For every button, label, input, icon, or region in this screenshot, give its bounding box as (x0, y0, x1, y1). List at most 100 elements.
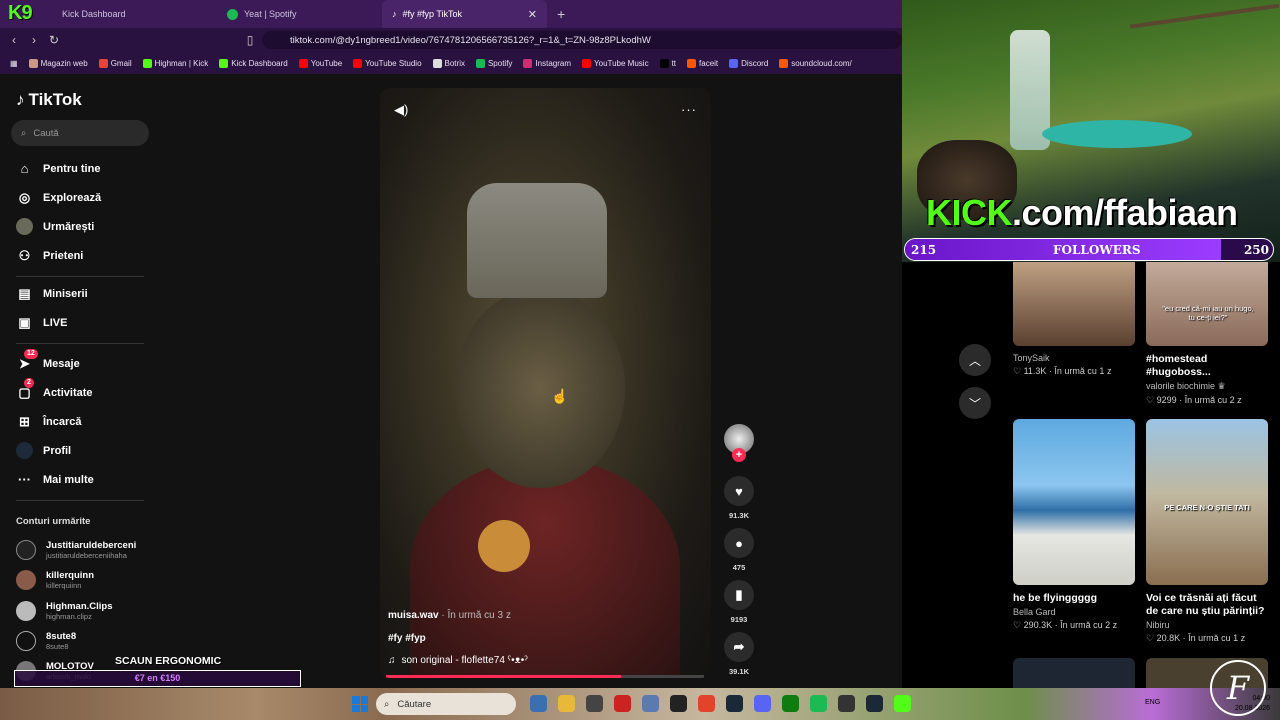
nav-mai-multe[interactable]: ··· Mai multe (16, 471, 94, 488)
recommended-item[interactable]: TonySaik ♡ 11.3K · În urmă cu 1 z (1013, 254, 1135, 377)
bookmark-item[interactable]: Instagram (523, 58, 571, 68)
bookmark-label: YouTube Music (594, 58, 649, 68)
recommended-title[interactable]: Voi ce trăsnăi ați făcut de care nu știu… (1146, 592, 1268, 618)
bookmark-item[interactable]: YouTube (298, 58, 342, 68)
back-icon[interactable]: ‹ (4, 33, 24, 47)
brave-icon[interactable] (698, 695, 715, 712)
language-indicator[interactable]: ENG (1145, 699, 1160, 706)
capcut-icon[interactable] (838, 695, 855, 712)
url-field[interactable]: tiktok.com/@dy1ngbreed1/video/7674781206… (262, 31, 902, 49)
recommended-thumbnail[interactable]: "eu cred că-mi iau un hugo, tu ce-ți iei… (1146, 254, 1268, 346)
nav-incarca[interactable]: ⊞ Încarcă (16, 413, 81, 430)
taskbar-search[interactable]: ⌕ Căutare (376, 693, 516, 715)
volume-icon[interactable]: ◀) (394, 102, 408, 118)
steam-icon[interactable] (866, 695, 883, 712)
tab-spotify[interactable]: Yeat | Spotify (217, 0, 382, 28)
nav-label: Explorează (43, 191, 102, 204)
recommended-title[interactable]: #homestead #hugoboss... (1146, 353, 1268, 379)
comment-count: 475 (732, 563, 746, 572)
faceit-icon (687, 58, 697, 68)
bookmark-label: Discord (741, 58, 769, 68)
next-video-button[interactable]: ﹀ (959, 387, 991, 419)
comment-button[interactable]: ● 475 (724, 528, 754, 572)
nav-live[interactable]: ▣ LIVE (16, 314, 67, 331)
app-icon[interactable] (586, 695, 603, 712)
bookmark-item[interactable]: Highman | Kick (142, 58, 208, 68)
like-button[interactable]: ♥ 91.3K (724, 476, 754, 520)
bookmark-item[interactable]: faceit (687, 58, 718, 68)
nav-mesaje[interactable]: ➤ 12 Mesaje (16, 349, 80, 372)
recommended-author[interactable]: valorile biochimie ♛ (1146, 381, 1268, 392)
nav-profil[interactable]: Profil (16, 442, 71, 459)
bookmark-icon[interactable]: ▯ (240, 33, 260, 47)
spotify-icon[interactable] (810, 695, 827, 712)
tiktok-logo[interactable]: ♪ TikTok (16, 90, 82, 110)
video-author[interactable]: muisa.wav (388, 610, 439, 621)
bookmark-item[interactable]: Gmail (98, 58, 132, 68)
new-tab-button[interactable]: + (547, 6, 575, 22)
video-player[interactable]: ◀) ··· muisa.wav · În urmă cu 3 z #fy #f… (380, 88, 711, 678)
forward-icon[interactable]: › (24, 33, 44, 47)
tab-tiktok[interactable]: ♪ #fy #fyp TikTok ✕ (382, 0, 547, 28)
following-item[interactable]: Justitiaruldeberceni justitiaruldeberceni… (16, 540, 136, 560)
explorer-icon[interactable] (558, 695, 575, 712)
kick-icon (142, 58, 152, 68)
share-button[interactable]: ➦ 39.1K (724, 632, 754, 676)
discord-icon[interactable] (754, 695, 771, 712)
kick-icon[interactable] (894, 695, 911, 712)
bookmark-item[interactable]: tt (659, 58, 676, 68)
app-icon[interactable] (670, 695, 687, 712)
app-icon[interactable] (614, 695, 631, 712)
recommended-item[interactable]: he be flyinggggg Bella Gard ♡ 290.3K · Î… (1013, 419, 1135, 631)
follow-plus-icon[interactable]: + (732, 448, 746, 462)
close-tab-icon[interactable]: ✕ (528, 8, 537, 21)
video-caption[interactable]: #fy #fyp (388, 633, 528, 644)
app-icon[interactable] (642, 695, 659, 712)
bookmark-item[interactable]: YouTube Music (582, 58, 649, 68)
recommended-title[interactable]: he be flyinggggg (1013, 592, 1135, 605)
recommended-author[interactable]: TonySaik (1013, 353, 1135, 363)
previous-video-button[interactable]: ︿ (959, 344, 991, 376)
nav-prieteni[interactable]: ⚇ Prieteni (16, 247, 84, 264)
recommended-author[interactable]: Nibiru (1146, 620, 1268, 630)
video-sound[interactable]: son original - floflette74 ˁ•ᴥ•ˀ (402, 655, 528, 666)
kick-logo: K9 (8, 2, 33, 24)
recommended-thumbnail[interactable] (1013, 658, 1135, 688)
following-item[interactable]: 8sute8 8sute8 (16, 631, 76, 651)
recommended-thumbnail[interactable] (1013, 419, 1135, 585)
activity-icon: ▢ 2 (16, 378, 34, 401)
nav-pentru-tine[interactable]: ⌂ Pentru tine (16, 160, 101, 177)
avatar (16, 540, 36, 560)
bookmark-item[interactable]: Botrix (432, 58, 465, 68)
save-button[interactable]: ▮ 9193 (724, 580, 754, 624)
recommended-item[interactable]: "eu cred că-mi iau un hugo, tu ce-ți iei… (1146, 254, 1268, 406)
xbox-icon[interactable] (782, 695, 799, 712)
apps-icon[interactable]: ▦ (10, 59, 18, 68)
more-options-icon[interactable]: ··· (681, 102, 697, 117)
nav-exploreaza[interactable]: ◎ Explorează (16, 189, 101, 206)
following-item[interactable]: Highman.Clips highman.clipz (16, 601, 113, 621)
author-avatar-button[interactable]: + (724, 424, 754, 462)
recommended-item[interactable]: PE CARE N-O ȘTIE TATI Voi ce trăsnăi ați… (1146, 419, 1268, 644)
tab-kick-dashboard[interactable]: Kick Dashboard (52, 0, 217, 28)
spotify-icon (227, 8, 238, 20)
nav-miniserii[interactable]: ▤ Miniserii (16, 285, 87, 302)
reload-icon[interactable]: ↻ (44, 33, 64, 47)
recommended-thumbnail[interactable] (1013, 254, 1135, 346)
recommended-author[interactable]: Bella Gard (1013, 607, 1135, 617)
windows-start-icon[interactable] (352, 696, 368, 712)
video-progress-bar[interactable] (386, 675, 704, 678)
recommended-thumbnail[interactable]: PE CARE N-O ȘTIE TATI (1146, 419, 1268, 585)
bookmark-item[interactable]: Spotify (475, 58, 512, 68)
bookmark-item[interactable]: Discord (729, 58, 769, 68)
nav-urmaresti[interactable]: Urmărești (16, 218, 94, 235)
bookmark-item[interactable]: soundcloud.com/ (779, 58, 852, 68)
search-input[interactable]: ⌕ Caută (11, 120, 149, 146)
bookmark-item[interactable]: YouTube Studio (353, 58, 422, 68)
following-item[interactable]: killerquinn killerquiinn (16, 570, 94, 590)
nav-activitate[interactable]: ▢ 2 Activitate (16, 378, 93, 401)
steam-icon[interactable] (726, 695, 743, 712)
bookmark-item[interactable]: Magazin web (28, 58, 88, 68)
bookmark-item[interactable]: Kick Dashboard (219, 58, 288, 68)
app-icon[interactable] (530, 695, 547, 712)
